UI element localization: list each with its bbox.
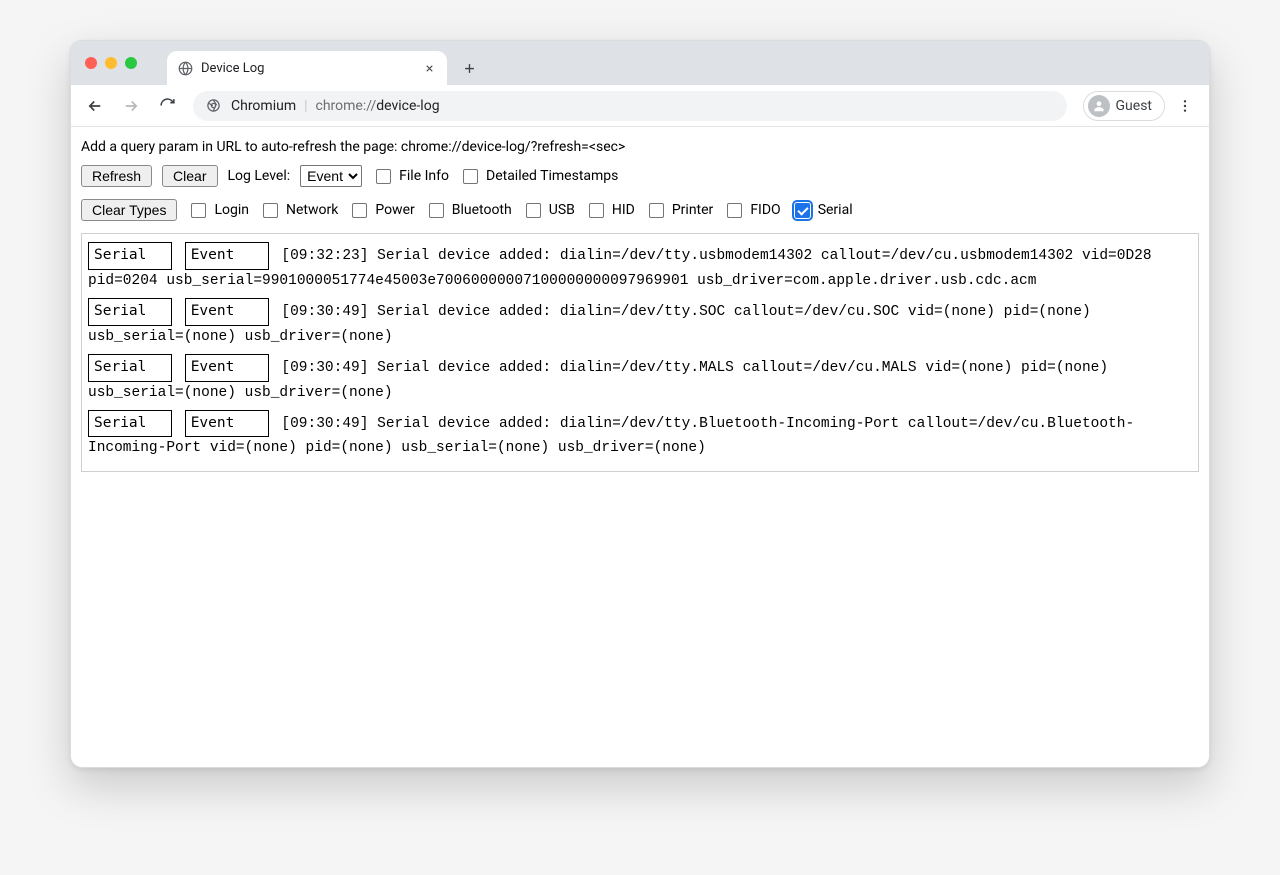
window-maximize-button[interactable]: [125, 57, 137, 69]
log-level-label: Log Level:: [228, 168, 291, 184]
log-level-tag: Event: [185, 354, 269, 382]
forward-button[interactable]: [115, 90, 147, 122]
window-close-button[interactable]: [85, 57, 97, 69]
type-filter-power[interactable]: Power: [348, 200, 414, 221]
type-filter-fido[interactable]: FIDO: [723, 200, 780, 221]
detailed-timestamps-input[interactable]: [463, 169, 478, 184]
type-filter-label: Bluetooth: [452, 202, 512, 218]
detailed-timestamps-label: Detailed Timestamps: [486, 168, 618, 184]
log-level-tag: Event: [185, 298, 269, 326]
type-filter-label: Power: [375, 202, 414, 218]
type-filter-label: Printer: [672, 202, 713, 218]
type-filter-input-hid[interactable]: [589, 203, 604, 218]
omnibox-origin: Chromium: [231, 98, 296, 114]
type-filter-label: Serial: [818, 202, 853, 218]
omnibox-url-path: device-log: [376, 98, 439, 114]
type-filter-input-usb[interactable]: [526, 203, 541, 218]
type-filter-label: USB: [549, 202, 575, 218]
log-entry: Serial Event [09:30:49] Serial device ad…: [88, 354, 1192, 406]
window-controls: [85, 57, 137, 69]
type-filter-label: HID: [612, 202, 635, 218]
chrome-icon: [205, 98, 221, 114]
log-entry: Serial Event [09:30:49] Serial device ad…: [88, 410, 1192, 462]
menu-button[interactable]: [1169, 90, 1201, 122]
window-minimize-button[interactable]: [105, 57, 117, 69]
type-filter-printer[interactable]: Printer: [645, 200, 713, 221]
tab-title: Device Log: [201, 61, 421, 76]
file-info-checkbox[interactable]: File Info: [372, 166, 449, 187]
type-filter-hid[interactable]: HID: [585, 200, 635, 221]
file-info-label: File Info: [399, 168, 449, 184]
type-filter-input-printer[interactable]: [649, 203, 664, 218]
log-type-tag: Serial: [88, 242, 172, 270]
log-timestamp: [09:30:49]: [273, 304, 377, 320]
browser-toolbar: Chromium | chrome://device-log Guest: [71, 85, 1209, 127]
type-filter-login[interactable]: Login: [187, 200, 249, 221]
type-filter-label: Network: [286, 202, 338, 218]
file-info-input[interactable]: [376, 169, 391, 184]
tab-strip: Device Log: [71, 41, 1209, 85]
omnibox-url-scheme: chrome://: [316, 98, 377, 114]
new-tab-button[interactable]: [455, 54, 483, 82]
log-type-tag: Serial: [88, 298, 172, 326]
page-content: Add a query param in URL to auto-refresh…: [71, 127, 1209, 767]
type-filter-input-bluetooth[interactable]: [429, 203, 444, 218]
detailed-timestamps-checkbox[interactable]: Detailed Timestamps: [459, 166, 618, 187]
type-filter-input-login[interactable]: [191, 203, 206, 218]
log-timestamp: [09:30:49]: [273, 416, 377, 432]
browser-window: Device Log Chromium | chrome://device-lo…: [70, 40, 1210, 768]
log-type-tag: Serial: [88, 354, 172, 382]
type-filter-input-network[interactable]: [263, 203, 278, 218]
type-filter-input-power[interactable]: [352, 203, 367, 218]
refresh-hint: Add a query param in URL to auto-refresh…: [77, 135, 1203, 163]
avatar-icon: [1088, 95, 1110, 117]
tab-close-button[interactable]: [421, 60, 437, 76]
log-timestamp: [09:30:49]: [273, 360, 377, 376]
type-filter-network[interactable]: Network: [259, 200, 338, 221]
reload-button[interactable]: [151, 90, 183, 122]
refresh-button[interactable]: Refresh: [81, 165, 152, 187]
address-bar[interactable]: Chromium | chrome://device-log: [193, 91, 1067, 121]
log-type-tag: Serial: [88, 410, 172, 438]
log-level-select[interactable]: Event: [300, 165, 362, 187]
type-filter-input-fido[interactable]: [727, 203, 742, 218]
log-container: Serial Event [09:32:23] Serial device ad…: [81, 233, 1199, 472]
log-entry: Serial Event [09:30:49] Serial device ad…: [88, 298, 1192, 350]
log-timestamp: [09:32:23]: [273, 248, 377, 264]
type-filter-serial[interactable]: Serial: [791, 200, 853, 221]
type-filter-input-serial[interactable]: [795, 203, 810, 218]
browser-tab[interactable]: Device Log: [167, 51, 447, 85]
controls-row: Refresh Clear Log Level: Event File Info…: [77, 163, 1203, 189]
types-row: Clear Types Login Network Power Bluetooth US…: [77, 197, 1203, 223]
log-level-tag: Event: [185, 242, 269, 270]
clear-button[interactable]: Clear: [162, 165, 217, 187]
globe-icon: [177, 60, 193, 76]
log-entry: Serial Event [09:32:23] Serial device ad…: [88, 242, 1192, 294]
clear-types-button[interactable]: Clear Types: [81, 199, 177, 221]
back-button[interactable]: [79, 90, 111, 122]
log-level-tag: Event: [185, 410, 269, 438]
profile-button[interactable]: Guest: [1083, 91, 1165, 121]
type-filter-label: FIDO: [750, 202, 780, 218]
type-filter-usb[interactable]: USB: [522, 200, 575, 221]
type-filter-label: Login: [214, 202, 249, 218]
type-filter-bluetooth[interactable]: Bluetooth: [425, 200, 512, 221]
omnibox-separator: |: [304, 98, 307, 114]
profile-label: Guest: [1116, 98, 1152, 114]
